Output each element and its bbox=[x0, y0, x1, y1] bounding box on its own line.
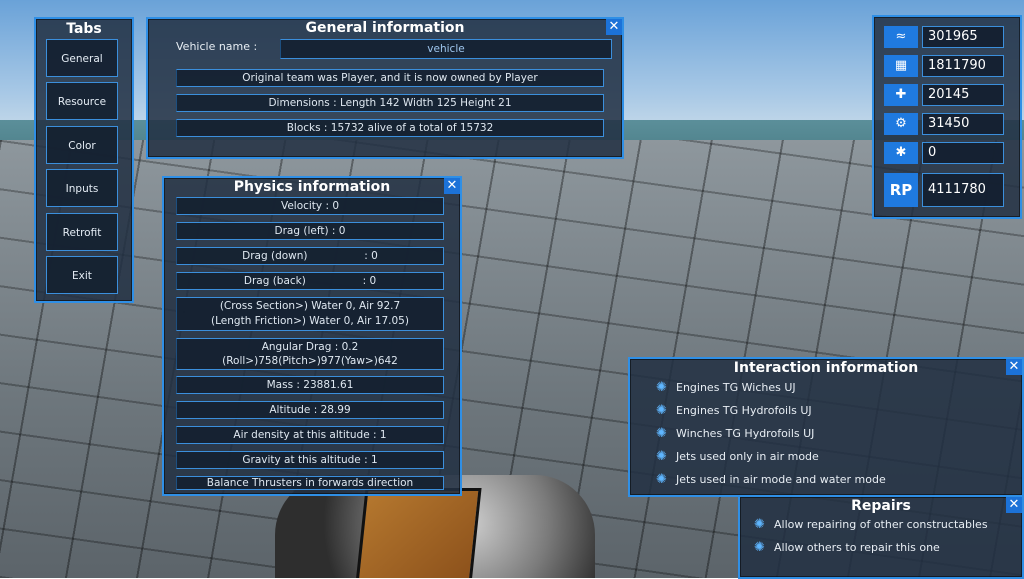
vehicle-name-input[interactable]: vehicle bbox=[280, 39, 612, 59]
interaction-info-title: Interaction information bbox=[733, 360, 919, 376]
balance-thrusters-row: Balance Thrusters in forwards direction bbox=[176, 476, 444, 490]
research-icon: ✱ bbox=[884, 142, 918, 164]
air-density-row: Air density at this altitude : 1 bbox=[176, 426, 444, 444]
mass-row: Mass : 23881.61 bbox=[176, 376, 444, 394]
close-general-icon[interactable]: ✕ bbox=[606, 19, 622, 35]
interaction-item-1[interactable]: ✺ Engines TG Hydrofoils UJ bbox=[656, 403, 812, 418]
cross-section-row: (Cross Section>) Water 0, Air 92.7 (Leng… bbox=[176, 297, 444, 331]
altitude-row: Altitude : 28.99 bbox=[176, 401, 444, 419]
material-icon: ≈ bbox=[884, 26, 918, 48]
rp-value: 4111780 bbox=[922, 173, 1004, 207]
tabs-panel: Tabs General Resource Color Inputs Retro… bbox=[34, 17, 134, 303]
fuel-icon: ✚ bbox=[884, 84, 918, 106]
sparkle-icon: ✺ bbox=[656, 403, 667, 418]
resource-energy: ⚙ 31450 bbox=[884, 113, 1004, 135]
close-repairs-icon[interactable]: ✕ bbox=[1006, 497, 1022, 513]
angular-drag-row: Angular Drag : 0.2 (Roll>)758(Pitch>)977… bbox=[176, 338, 444, 370]
interaction-info-panel: Interaction information ✕ ✺ Engines TG Wi… bbox=[628, 357, 1024, 497]
ammo-value: 1811790 bbox=[922, 55, 1004, 77]
held-block-rust-panel bbox=[354, 488, 482, 578]
sparkle-icon: ✺ bbox=[656, 426, 667, 441]
drag-back-row: Drag (back) : 0 bbox=[176, 272, 444, 290]
resource-material: ≈ 301965 bbox=[884, 26, 1004, 48]
velocity-row: Velocity : 0 bbox=[176, 197, 444, 215]
resource-rp: RP 4111780 bbox=[884, 173, 1004, 207]
interaction-item-0[interactable]: ✺ Engines TG Wiches UJ bbox=[656, 380, 796, 395]
physics-info-title: Physics information bbox=[233, 179, 391, 195]
repairs-item-0[interactable]: ✺ Allow repairing of other constructables bbox=[754, 517, 988, 532]
tab-exit[interactable]: Exit bbox=[46, 256, 118, 294]
tab-color[interactable]: Color bbox=[46, 126, 118, 164]
interaction-item-3[interactable]: ✺ Jets used only in air mode bbox=[656, 449, 819, 464]
sparkle-icon: ✺ bbox=[754, 540, 765, 555]
sparkle-icon: ✺ bbox=[656, 472, 667, 487]
drag-down-row: Drag (down) : 0 bbox=[176, 247, 444, 265]
close-interaction-icon[interactable]: ✕ bbox=[1006, 359, 1022, 375]
physics-info-panel: Physics information ✕ Velocity : 0 Drag … bbox=[162, 176, 462, 496]
drag-left-row: Drag (left) : 0 bbox=[176, 222, 444, 240]
repairs-panel: Repairs ✕ ✺ Allow repairing of other cons… bbox=[738, 495, 1024, 579]
resources-panel: ≈ 301965 ▦ 1811790 ✚ 20145 ⚙ 31450 ✱ 0 R… bbox=[872, 15, 1022, 219]
energy-value: 31450 bbox=[922, 113, 1004, 135]
general-info-title: General information bbox=[305, 20, 465, 36]
vehicle-name-label: Vehicle name : bbox=[176, 40, 258, 53]
tab-general[interactable]: General bbox=[46, 39, 118, 77]
repairs-item-1[interactable]: ✺ Allow others to repair this one bbox=[754, 540, 940, 555]
ammo-icon: ▦ bbox=[884, 55, 918, 77]
interaction-item-4[interactable]: ✺ Jets used in air mode and water mode bbox=[656, 472, 886, 487]
tabs-title: Tabs bbox=[66, 21, 102, 37]
resource-research: ✱ 0 bbox=[884, 142, 1004, 164]
tab-retrofit[interactable]: Retrofit bbox=[46, 213, 118, 251]
resource-fuel: ✚ 20145 bbox=[884, 84, 1004, 106]
interaction-item-2[interactable]: ✺ Winches TG Hydrofoils UJ bbox=[656, 426, 814, 441]
rp-icon: RP bbox=[884, 173, 918, 207]
ownership-row: Original team was Player, and it is now … bbox=[176, 69, 604, 87]
repairs-title: Repairs bbox=[851, 498, 911, 514]
blocks-row: Blocks : 15732 alive of a total of 15732 bbox=[176, 119, 604, 137]
energy-icon: ⚙ bbox=[884, 113, 918, 135]
gravity-row: Gravity at this altitude : 1 bbox=[176, 451, 444, 469]
tab-resource[interactable]: Resource bbox=[46, 82, 118, 120]
material-value: 301965 bbox=[922, 26, 1004, 48]
dimensions-row: Dimensions : Length 142 Width 125 Height… bbox=[176, 94, 604, 112]
tab-inputs[interactable]: Inputs bbox=[46, 169, 118, 207]
general-info-panel: General information ✕ Vehicle name : veh… bbox=[146, 17, 624, 159]
sparkle-icon: ✺ bbox=[656, 380, 667, 395]
research-value: 0 bbox=[922, 142, 1004, 164]
resource-ammo: ▦ 1811790 bbox=[884, 55, 1004, 77]
fuel-value: 20145 bbox=[922, 84, 1004, 106]
close-physics-icon[interactable]: ✕ bbox=[444, 178, 460, 194]
sparkle-icon: ✺ bbox=[656, 449, 667, 464]
sparkle-icon: ✺ bbox=[754, 517, 765, 532]
